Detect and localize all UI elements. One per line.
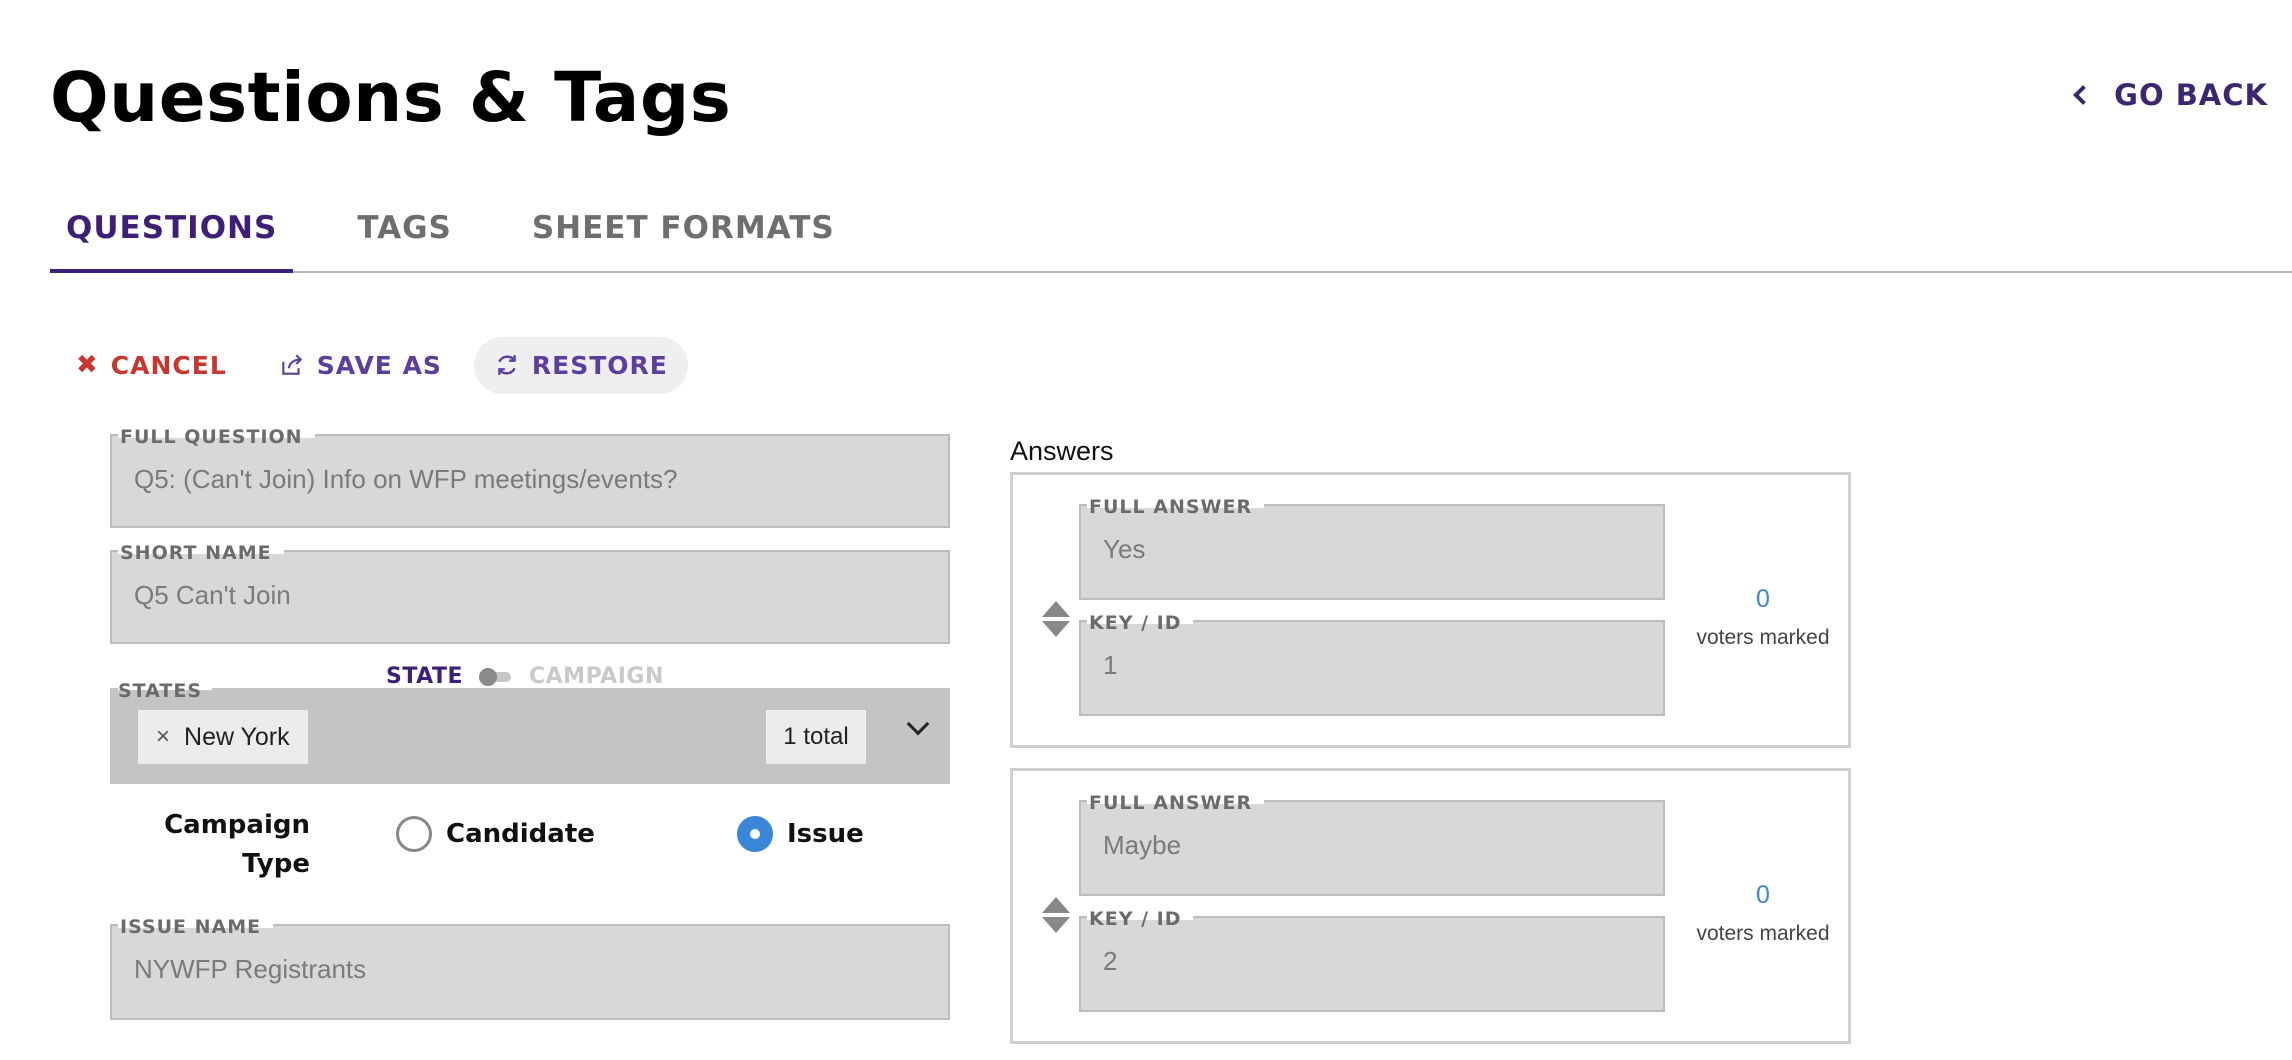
- refresh-icon: [498, 355, 516, 375]
- full-answer-input[interactable]: Yes: [1103, 534, 1145, 565]
- key-id-label: KEY / ID: [1087, 908, 1194, 930]
- full-question-field[interactable]: FULL QUESTION Q5: (Can't Join) Info on W…: [110, 426, 950, 528]
- voters-marked: 0 voters marked: [1673, 881, 1853, 946]
- scope-switch[interactable]: [479, 667, 511, 686]
- key-id-input[interactable]: 2: [1103, 946, 1117, 977]
- radio-issue[interactable]: Issue: [737, 816, 864, 852]
- tab-bar: QUESTIONS TAGS SHEET FORMATS: [50, 200, 2292, 273]
- voters-label: voters marked: [1696, 922, 1830, 945]
- key-id-label: KEY / ID: [1087, 612, 1194, 634]
- answers-title: Answers: [1010, 436, 1114, 466]
- short-name-field[interactable]: SHORT NAME Q5 Can't Join: [110, 542, 950, 644]
- toggle-campaign-label[interactable]: CAMPAIGN: [529, 664, 664, 689]
- radio-candidate-label: Candidate: [446, 819, 595, 849]
- key-id-field[interactable]: KEY / ID 1: [1079, 612, 1665, 716]
- radio-issue-label: Issue: [787, 819, 864, 849]
- share-out-icon: [282, 354, 302, 375]
- key-id-input[interactable]: 1: [1103, 650, 1117, 681]
- remove-chip-icon[interactable]: ×: [156, 723, 170, 751]
- radio-candidate-circle[interactable]: [396, 816, 432, 852]
- tab-questions[interactable]: QUESTIONS: [50, 200, 294, 273]
- voters-marked: 0 voters marked: [1673, 585, 1853, 650]
- key-id-field[interactable]: KEY / ID 2: [1079, 908, 1665, 1012]
- full-answer-label: FULL ANSWER: [1087, 496, 1265, 518]
- states-label: STATES: [118, 680, 213, 702]
- full-answer-field[interactable]: FULL ANSWER Maybe: [1079, 792, 1665, 896]
- toggle-state-label[interactable]: STATE: [386, 664, 463, 689]
- voters-label: voters marked: [1696, 626, 1830, 649]
- radio-candidate[interactable]: Candidate: [396, 816, 595, 852]
- tab-tags[interactable]: TAGS: [341, 200, 468, 273]
- states-select[interactable]: STATES × New York 1 total: [110, 680, 950, 784]
- issue-name-input[interactable]: NYWFP Registrants: [134, 954, 366, 985]
- sort-arrows-icon[interactable]: [1042, 897, 1070, 937]
- chevron-left-icon: [2073, 85, 2094, 105]
- full-answer-label: FULL ANSWER: [1087, 792, 1265, 814]
- page-title: Questions & Tags: [50, 58, 732, 138]
- short-name-input[interactable]: Q5 Can't Join: [134, 580, 291, 611]
- full-answer-input[interactable]: Maybe: [1103, 830, 1181, 861]
- campaign-type-label: Campaign Type: [164, 810, 310, 879]
- voters-count[interactable]: 0: [1673, 585, 1853, 614]
- save-as-label: SAVE AS: [316, 350, 442, 380]
- state-chip-label: New York: [184, 722, 290, 751]
- state-chip: × New York: [138, 710, 308, 764]
- states-total-badge: 1 total: [766, 710, 866, 764]
- save-as-button[interactable]: SAVE AS: [259, 337, 462, 394]
- switch-knob: [479, 667, 497, 686]
- state-campaign-toggle: STATE CAMPAIGN: [386, 664, 664, 689]
- cancel-label: CANCEL: [110, 350, 227, 380]
- restore-label: RESTORE: [531, 350, 668, 380]
- issue-name-label: ISSUE NAME: [118, 916, 274, 938]
- answer-card: FULL ANSWER Yes KEY / ID 1 0 voters mark…: [1010, 472, 1851, 748]
- sort-arrows-icon[interactable]: [1042, 601, 1070, 641]
- full-question-label: FULL QUESTION: [118, 426, 315, 448]
- full-question-input[interactable]: Q5: (Can't Join) Info on WFP meetings/ev…: [134, 464, 678, 495]
- action-bar: ✖ CANCEL SAVE AS RESTORE: [56, 336, 688, 394]
- issue-name-field[interactable]: ISSUE NAME NYWFP Registrants: [110, 916, 950, 1020]
- tab-sheet-formats[interactable]: SHEET FORMATS: [516, 200, 851, 273]
- restore-button[interactable]: RESTORE: [473, 336, 688, 394]
- go-back-label: GO BACK: [2114, 78, 2268, 112]
- chevron-down-icon[interactable]: [906, 712, 930, 736]
- short-name-label: SHORT NAME: [118, 542, 284, 564]
- go-back-link[interactable]: GO BACK: [2073, 78, 2268, 112]
- radio-issue-circle[interactable]: [737, 816, 773, 852]
- voters-count[interactable]: 0: [1673, 881, 1853, 910]
- cancel-button[interactable]: ✖ CANCEL: [56, 336, 247, 394]
- answer-card: FULL ANSWER Maybe KEY / ID 2 0 voters ma…: [1010, 768, 1851, 1044]
- close-icon: ✖: [76, 350, 99, 380]
- full-answer-field[interactable]: FULL ANSWER Yes: [1079, 496, 1665, 600]
